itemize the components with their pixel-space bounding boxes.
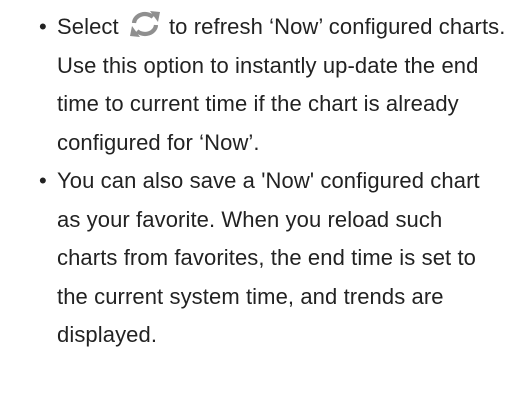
refresh-description: to refresh ‘Now’ configured charts. Use … bbox=[57, 14, 506, 155]
bullet-marker: • bbox=[39, 168, 47, 193]
bullet-marker: • bbox=[39, 14, 47, 39]
list-item-refresh: • Select to refresh ‘Now’ configured cha… bbox=[0, 8, 516, 162]
select-text: Select bbox=[57, 14, 119, 39]
bullet-list: • Select to refresh ‘Now’ configured cha… bbox=[0, 8, 516, 355]
list-item-favorites: • You can also save a 'Now' configured c… bbox=[0, 162, 516, 355]
favorites-description: You can also save a 'Now' configured cha… bbox=[57, 168, 480, 347]
refresh-icon bbox=[127, 10, 163, 38]
